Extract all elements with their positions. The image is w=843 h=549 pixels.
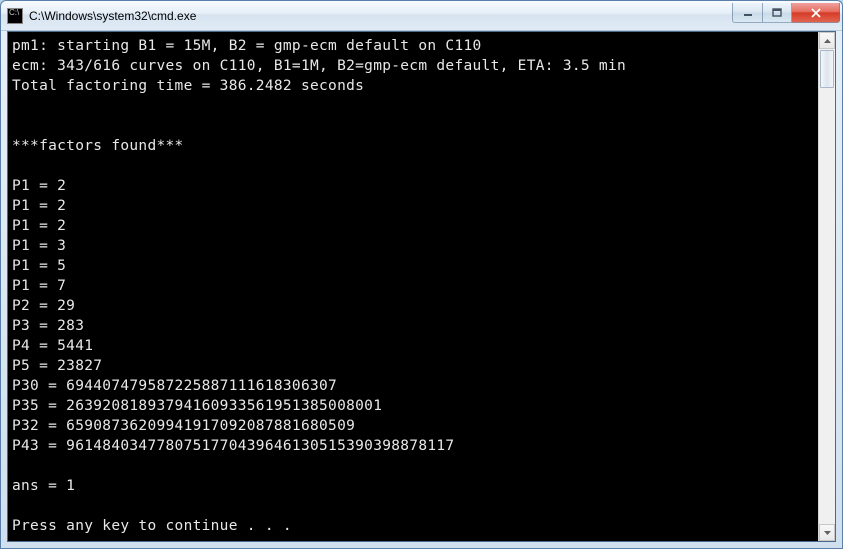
maximize-button[interactable]	[762, 3, 792, 23]
titlebar[interactable]: C:\ C:\Windows\system32\cmd.exe	[1, 1, 842, 31]
close-button[interactable]	[792, 3, 840, 23]
minimize-button[interactable]	[732, 3, 762, 23]
scroll-up-button[interactable]	[819, 32, 835, 49]
scroll-thumb[interactable]	[820, 50, 834, 88]
window-buttons	[732, 3, 840, 23]
client-area: pm1: starting B1 = 15M, B2 = gmp-ecm def…	[7, 31, 836, 542]
terminal-window: C:\ C:\Windows\system32\cmd.exe pm1: sta…	[0, 0, 843, 549]
window-title: C:\Windows\system32\cmd.exe	[29, 9, 196, 23]
scroll-down-button[interactable]	[819, 524, 835, 541]
vertical-scrollbar[interactable]	[818, 32, 835, 541]
cmd-icon: C:\	[7, 8, 23, 24]
console-output[interactable]: pm1: starting B1 = 15M, B2 = gmp-ecm def…	[8, 32, 818, 541]
